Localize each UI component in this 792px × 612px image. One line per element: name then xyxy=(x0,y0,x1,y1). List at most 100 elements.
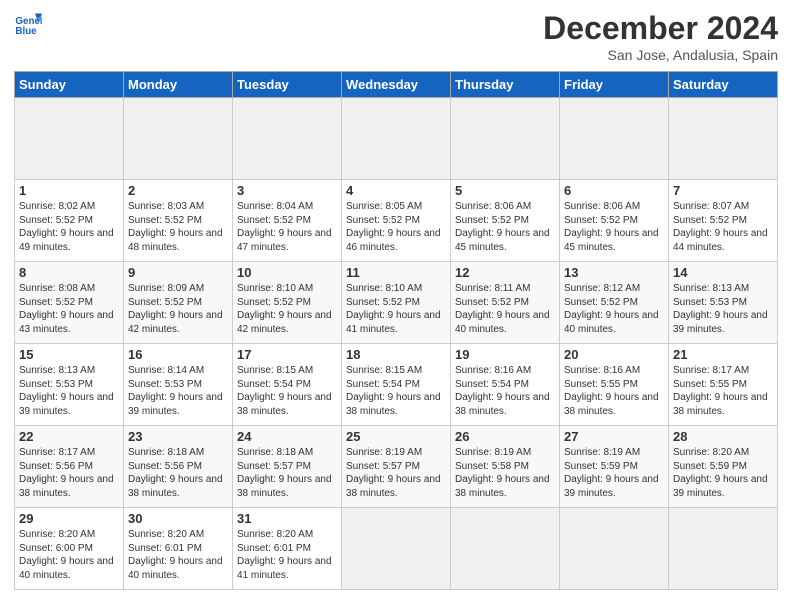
day-number: 16 xyxy=(128,347,228,362)
day-number: 24 xyxy=(237,429,337,444)
day-info: Sunrise: 8:18 AMSunset: 5:56 PMDaylight:… xyxy=(128,447,223,499)
calendar-cell: 9 Sunrise: 8:09 AMSunset: 5:52 PMDaylight… xyxy=(124,262,233,344)
day-info: Sunrise: 8:04 AMSunset: 5:52 PMDaylight:… xyxy=(237,201,332,253)
day-number: 5 xyxy=(455,183,555,198)
day-header-sunday: Sunday xyxy=(15,72,124,98)
day-info: Sunrise: 8:11 AMSunset: 5:52 PMDaylight:… xyxy=(455,283,550,335)
calendar-cell: 29 Sunrise: 8:20 AMSunset: 6:00 PMDayligh… xyxy=(15,508,124,590)
calendar-week-row: 22 Sunrise: 8:17 AMSunset: 5:56 PMDayligh… xyxy=(15,426,778,508)
calendar-cell: 11Sunrise: 8:10 AMSunset: 5:52 PMDayligh… xyxy=(342,262,451,344)
day-info: Sunrise: 8:20 AMSunset: 5:59 PMDaylight:… xyxy=(673,447,768,499)
calendar-cell xyxy=(451,508,560,590)
calendar-header: General Blue December 2024 San Jose, And… xyxy=(14,10,778,63)
day-number: 20 xyxy=(564,347,664,362)
calendar-cell: 12Sunrise: 8:11 AMSunset: 5:52 PMDayligh… xyxy=(451,262,560,344)
day-number: 18 xyxy=(346,347,446,362)
calendar-cell: 10 Sunrise: 8:10 AMSunset: 5:52 PMDayligh… xyxy=(233,262,342,344)
day-info: Sunrise: 8:06 AMSunset: 5:52 PMDaylight:… xyxy=(455,201,550,253)
day-number: 7 xyxy=(673,183,773,198)
logo: General Blue xyxy=(14,10,42,38)
calendar-cell: 2Sunrise: 8:03 AMSunset: 5:52 PMDaylight… xyxy=(124,180,233,262)
day-number: 15 xyxy=(19,347,119,362)
day-info: Sunrise: 8:17 AMSunset: 5:56 PMDaylight:… xyxy=(19,447,114,499)
calendar-cell: 26Sunrise: 8:19 AMSunset: 5:58 PMDayligh… xyxy=(451,426,560,508)
day-number: 28 xyxy=(673,429,773,444)
calendar-cell: 14 Sunrise: 8:13 AMSunset: 5:53 PMDayligh… xyxy=(669,262,778,344)
calendar-cell xyxy=(124,98,233,180)
day-number: 13 xyxy=(564,265,664,280)
calendar-cell xyxy=(342,508,451,590)
day-number: 9 xyxy=(128,265,228,280)
day-number: 30 xyxy=(128,511,228,526)
calendar-week-row: 8Sunrise: 8:08 AMSunset: 5:52 PMDaylight… xyxy=(15,262,778,344)
day-info: Sunrise: 8:05 AMSunset: 5:52 PMDaylight:… xyxy=(346,201,441,253)
calendar-cell: 28 Sunrise: 8:20 AMSunset: 5:59 PMDayligh… xyxy=(669,426,778,508)
day-info: Sunrise: 8:18 AMSunset: 5:57 PMDaylight:… xyxy=(237,447,332,499)
calendar-cell: 24 Sunrise: 8:18 AMSunset: 5:57 PMDayligh… xyxy=(233,426,342,508)
day-info: Sunrise: 8:20 AMSunset: 6:00 PMDaylight:… xyxy=(19,529,114,581)
calendar-cell: 7 Sunrise: 8:07 AMSunset: 5:52 PMDaylight… xyxy=(669,180,778,262)
calendar-cell: 31Sunrise: 8:20 AMSunset: 6:01 PMDayligh… xyxy=(233,508,342,590)
title-block: December 2024 San Jose, Andalusia, Spain xyxy=(543,10,778,63)
day-info: Sunrise: 8:16 AMSunset: 5:55 PMDaylight:… xyxy=(564,365,659,417)
calendar-cell xyxy=(560,508,669,590)
day-header-thursday: Thursday xyxy=(451,72,560,98)
calendar-cell: 13Sunrise: 8:12 AMSunset: 5:52 PMDayligh… xyxy=(560,262,669,344)
day-info: Sunrise: 8:10 AMSunset: 5:52 PMDaylight:… xyxy=(237,283,332,335)
day-info: Sunrise: 8:13 AMSunset: 5:53 PMDaylight:… xyxy=(19,365,114,417)
day-number: 3 xyxy=(237,183,337,198)
day-info: Sunrise: 8:19 AMSunset: 5:58 PMDaylight:… xyxy=(455,447,550,499)
calendar-cell: 23 Sunrise: 8:18 AMSunset: 5:56 PMDayligh… xyxy=(124,426,233,508)
day-info: Sunrise: 8:09 AMSunset: 5:52 PMDaylight:… xyxy=(128,283,223,335)
day-header-tuesday: Tuesday xyxy=(233,72,342,98)
calendar-cell xyxy=(342,98,451,180)
calendar-cell: 6Sunrise: 8:06 AMSunset: 5:52 PMDaylight… xyxy=(560,180,669,262)
calendar-week-row xyxy=(15,98,778,180)
calendar-week-row: 15 Sunrise: 8:13 AMSunset: 5:53 PMDayligh… xyxy=(15,344,778,426)
day-number: 29 xyxy=(19,511,119,526)
calendar-cell: 30 Sunrise: 8:20 AMSunset: 6:01 PMDayligh… xyxy=(124,508,233,590)
day-info: Sunrise: 8:13 AMSunset: 5:53 PMDaylight:… xyxy=(673,283,768,335)
calendar-container: General Blue December 2024 San Jose, And… xyxy=(0,0,792,600)
calendar-cell: 22 Sunrise: 8:17 AMSunset: 5:56 PMDayligh… xyxy=(15,426,124,508)
day-number: 27 xyxy=(564,429,664,444)
day-number: 23 xyxy=(128,429,228,444)
day-number: 2 xyxy=(128,183,228,198)
day-info: Sunrise: 8:16 AMSunset: 5:54 PMDaylight:… xyxy=(455,365,550,417)
calendar-cell: 18Sunrise: 8:15 AMSunset: 5:54 PMDayligh… xyxy=(342,344,451,426)
day-info: Sunrise: 8:20 AMSunset: 6:01 PMDaylight:… xyxy=(128,529,223,581)
day-number: 17 xyxy=(237,347,337,362)
day-info: Sunrise: 8:17 AMSunset: 5:55 PMDaylight:… xyxy=(673,365,768,417)
day-number: 10 xyxy=(237,265,337,280)
calendar-cell xyxy=(15,98,124,180)
day-header-saturday: Saturday xyxy=(669,72,778,98)
day-number: 11 xyxy=(346,265,446,280)
day-info: Sunrise: 8:15 AMSunset: 5:54 PMDaylight:… xyxy=(237,365,332,417)
day-info: Sunrise: 8:06 AMSunset: 5:52 PMDaylight:… xyxy=(564,201,659,253)
calendar-cell: 16Sunrise: 8:14 AMSunset: 5:53 PMDayligh… xyxy=(124,344,233,426)
calendar-cell: 19 Sunrise: 8:16 AMSunset: 5:54 PMDayligh… xyxy=(451,344,560,426)
calendar-cell: 25Sunrise: 8:19 AMSunset: 5:57 PMDayligh… xyxy=(342,426,451,508)
calendar-week-row: 29 Sunrise: 8:20 AMSunset: 6:00 PMDayligh… xyxy=(15,508,778,590)
calendar-subtitle: San Jose, Andalusia, Spain xyxy=(543,47,778,63)
calendar-cell xyxy=(560,98,669,180)
day-info: Sunrise: 8:07 AMSunset: 5:52 PMDaylight:… xyxy=(673,201,768,253)
day-number: 19 xyxy=(455,347,555,362)
day-header-wednesday: Wednesday xyxy=(342,72,451,98)
day-number: 14 xyxy=(673,265,773,280)
calendar-cell: 20 Sunrise: 8:16 AMSunset: 5:55 PMDayligh… xyxy=(560,344,669,426)
calendar-week-row: 1Sunrise: 8:02 AMSunset: 5:52 PMDaylight… xyxy=(15,180,778,262)
day-number: 31 xyxy=(237,511,337,526)
calendar-cell: 3 Sunrise: 8:04 AMSunset: 5:52 PMDaylight… xyxy=(233,180,342,262)
calendar-title: December 2024 xyxy=(543,10,778,47)
calendar-cell: 21 Sunrise: 8:17 AMSunset: 5:55 PMDayligh… xyxy=(669,344,778,426)
calendar-cell: 5 Sunrise: 8:06 AMSunset: 5:52 PMDaylight… xyxy=(451,180,560,262)
day-info: Sunrise: 8:19 AMSunset: 5:57 PMDaylight:… xyxy=(346,447,441,499)
day-number: 22 xyxy=(19,429,119,444)
day-number: 21 xyxy=(673,347,773,362)
day-number: 4 xyxy=(346,183,446,198)
calendar-cell: 4 Sunrise: 8:05 AMSunset: 5:52 PMDaylight… xyxy=(342,180,451,262)
calendar-cell: 17 Sunrise: 8:15 AMSunset: 5:54 PMDayligh… xyxy=(233,344,342,426)
calendar-cell xyxy=(451,98,560,180)
calendar-cell xyxy=(233,98,342,180)
